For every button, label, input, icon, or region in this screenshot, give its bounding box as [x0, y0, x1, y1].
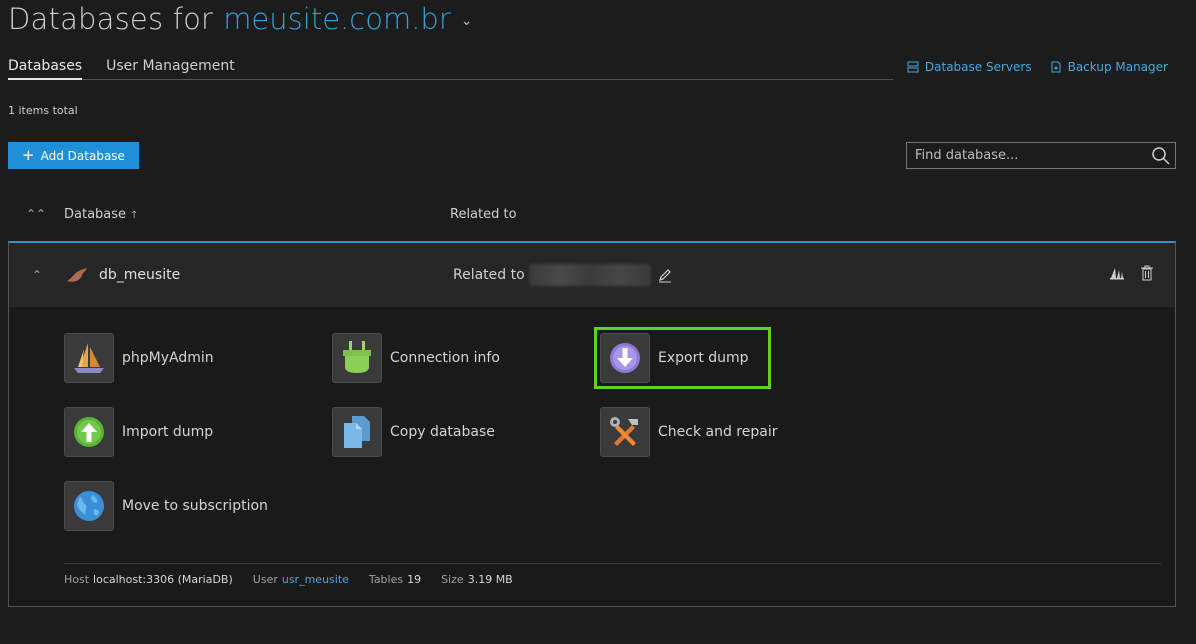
- copy-database-tool[interactable]: Copy database: [332, 407, 495, 457]
- tab-user-management[interactable]: User Management: [106, 58, 235, 80]
- tab-databases[interactable]: Databases: [8, 58, 83, 80]
- database-row-panel: ⌃ db_meusite Related to phpMyAdmin Conne…: [8, 241, 1176, 607]
- domain-name-link[interactable]: meusite.com.br: [223, 2, 451, 36]
- collapse-all-icon[interactable]: ⌃⌃: [8, 207, 64, 221]
- chevron-down-icon[interactable]: ⌄: [461, 13, 473, 29]
- backup-icon: [1051, 61, 1061, 73]
- check-repair-label: Check and repair: [658, 424, 778, 440]
- move-subscription-label: Move to subscription: [122, 498, 268, 514]
- copy-documents-icon: [344, 416, 370, 448]
- user-label: User: [252, 573, 278, 586]
- page-title-prefix: Databases for: [8, 2, 214, 36]
- server-icon: [907, 61, 919, 73]
- plug-icon: [343, 341, 371, 373]
- download-arrow-icon: [610, 343, 640, 373]
- user-link[interactable]: usr_meusite: [282, 573, 349, 586]
- column-header-related: Related to: [450, 206, 517, 222]
- add-database-button[interactable]: + Add Database: [8, 142, 139, 169]
- globe-icon: [74, 491, 104, 521]
- size-value: 3.19 MB: [467, 573, 513, 586]
- related-to-label: Related to: [453, 267, 525, 283]
- hammer-wrench-icon: [610, 417, 638, 446]
- database-info-footer: Host localhost:3306 (MariaDB) User usr_meu…: [64, 573, 513, 586]
- column-header-database[interactable]: Database ↑: [64, 207, 450, 222]
- tab-bar: Databases User Management: [8, 58, 893, 80]
- backup-manager-link[interactable]: Backup Manager: [1050, 60, 1168, 74]
- search-icon[interactable]: [1151, 146, 1171, 166]
- export-dump-label: Export dump: [658, 350, 749, 366]
- phpmyadmin-label: phpMyAdmin: [122, 350, 214, 366]
- table-header: ⌃⌃ Database ↑ Related to: [8, 198, 1176, 230]
- export-dump-tool[interactable]: Export dump: [594, 327, 771, 389]
- upload-arrow-icon: [74, 417, 104, 447]
- items-total: 1 items total: [8, 104, 78, 117]
- redacted-related-value: [528, 264, 651, 286]
- pencil-icon[interactable]: [657, 267, 673, 283]
- host-value: localhost:3306 (MariaDB): [93, 573, 233, 586]
- chevron-up-icon[interactable]: ⌃: [9, 268, 65, 282]
- plus-icon: +: [22, 146, 35, 164]
- top-links: Database Servers Backup Manager: [907, 60, 1168, 74]
- row-actions: [1109, 265, 1155, 281]
- connection-info-label: Connection info: [390, 350, 500, 366]
- backup-manager-label: Backup Manager: [1067, 60, 1168, 74]
- phpmyadmin-icon[interactable]: [1109, 265, 1125, 281]
- table-row: ⌃ db_meusite Related to: [9, 243, 1175, 307]
- mariadb-seal-icon: [67, 268, 87, 282]
- copy-database-label: Copy database: [390, 424, 495, 440]
- database-name[interactable]: db_meusite: [99, 267, 453, 283]
- database-servers-link[interactable]: Database Servers: [907, 60, 1032, 74]
- tables-value: 19: [407, 573, 422, 586]
- move-subscription-tool[interactable]: Move to subscription: [64, 481, 268, 531]
- divider: [64, 563, 1161, 564]
- check-repair-tool[interactable]: Check and repair: [600, 407, 777, 457]
- database-servers-label: Database Servers: [924, 60, 1032, 74]
- tables-label: Tables: [368, 573, 404, 586]
- connection-info-tool[interactable]: Connection info: [332, 333, 500, 383]
- import-dump-label: Import dump: [122, 424, 214, 440]
- sort-asc-icon: ↑: [130, 209, 139, 221]
- trash-icon[interactable]: [1139, 265, 1155, 281]
- page-title: Databases for meusite.com.br ⌄: [8, 2, 472, 36]
- host-label: Host: [64, 573, 90, 586]
- import-dump-tool[interactable]: Import dump: [64, 407, 213, 457]
- add-database-label: Add Database: [40, 148, 125, 163]
- phpmyadmin-tool[interactable]: phpMyAdmin: [64, 333, 214, 383]
- phpmyadmin-sailboat-icon: [74, 343, 104, 373]
- search-box: [906, 142, 1176, 169]
- search-input[interactable]: [907, 148, 1151, 163]
- size-label: Size: [441, 573, 464, 586]
- column-database-label: Database: [64, 206, 127, 222]
